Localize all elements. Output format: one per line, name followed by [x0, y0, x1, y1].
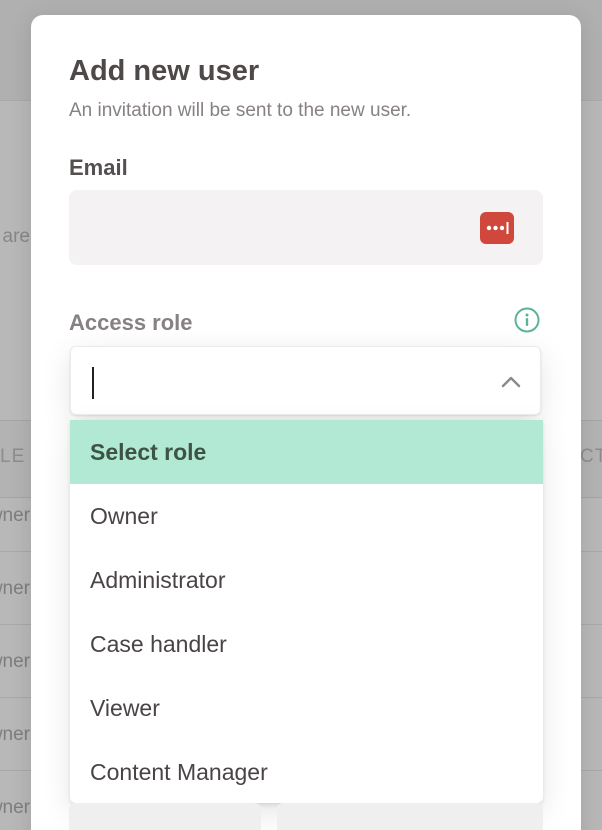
modal-subtitle: An invitation will be sent to the new us… — [69, 100, 412, 121]
role-option-select-role[interactable]: Select role — [70, 420, 543, 484]
background-column-header-left: LE — [0, 446, 26, 467]
info-icon[interactable] — [514, 307, 540, 333]
email-field[interactable] — [69, 190, 489, 265]
role-option-viewer[interactable]: Viewer — [70, 676, 543, 740]
background-text: s are — [0, 226, 30, 247]
access-role-select[interactable] — [70, 346, 541, 415]
background-row-cell: wner — [0, 505, 30, 526]
role-option-administrator[interactable]: Administrator — [70, 548, 543, 612]
modal-title: Add new user — [69, 55, 260, 87]
role-option-content-manager[interactable]: Content Manager — [70, 740, 543, 804]
cancel-button[interactable] — [69, 803, 261, 830]
email-label: Email — [69, 155, 128, 180]
submit-button[interactable] — [277, 803, 543, 830]
background-row-cell: wner — [0, 578, 30, 599]
access-role-dropdown: Select role Owner Administrator Case han… — [70, 420, 543, 803]
text-caret — [92, 367, 94, 399]
background-row-cell: wner — [0, 651, 30, 672]
background-row-cell: wner — [0, 797, 30, 818]
background-column-header-right: CT — [580, 446, 602, 467]
role-option-case-handler[interactable]: Case handler — [70, 612, 543, 676]
role-option-owner[interactable]: Owner — [70, 484, 543, 548]
background-row-cell: wner — [0, 724, 30, 745]
access-role-label: Access role — [69, 310, 193, 335]
add-user-modal: Add new user An invitation will be sent … — [31, 15, 581, 830]
password-manager-icon[interactable] — [480, 212, 514, 244]
email-field-container — [69, 190, 543, 265]
chevron-up-icon[interactable] — [500, 371, 522, 393]
